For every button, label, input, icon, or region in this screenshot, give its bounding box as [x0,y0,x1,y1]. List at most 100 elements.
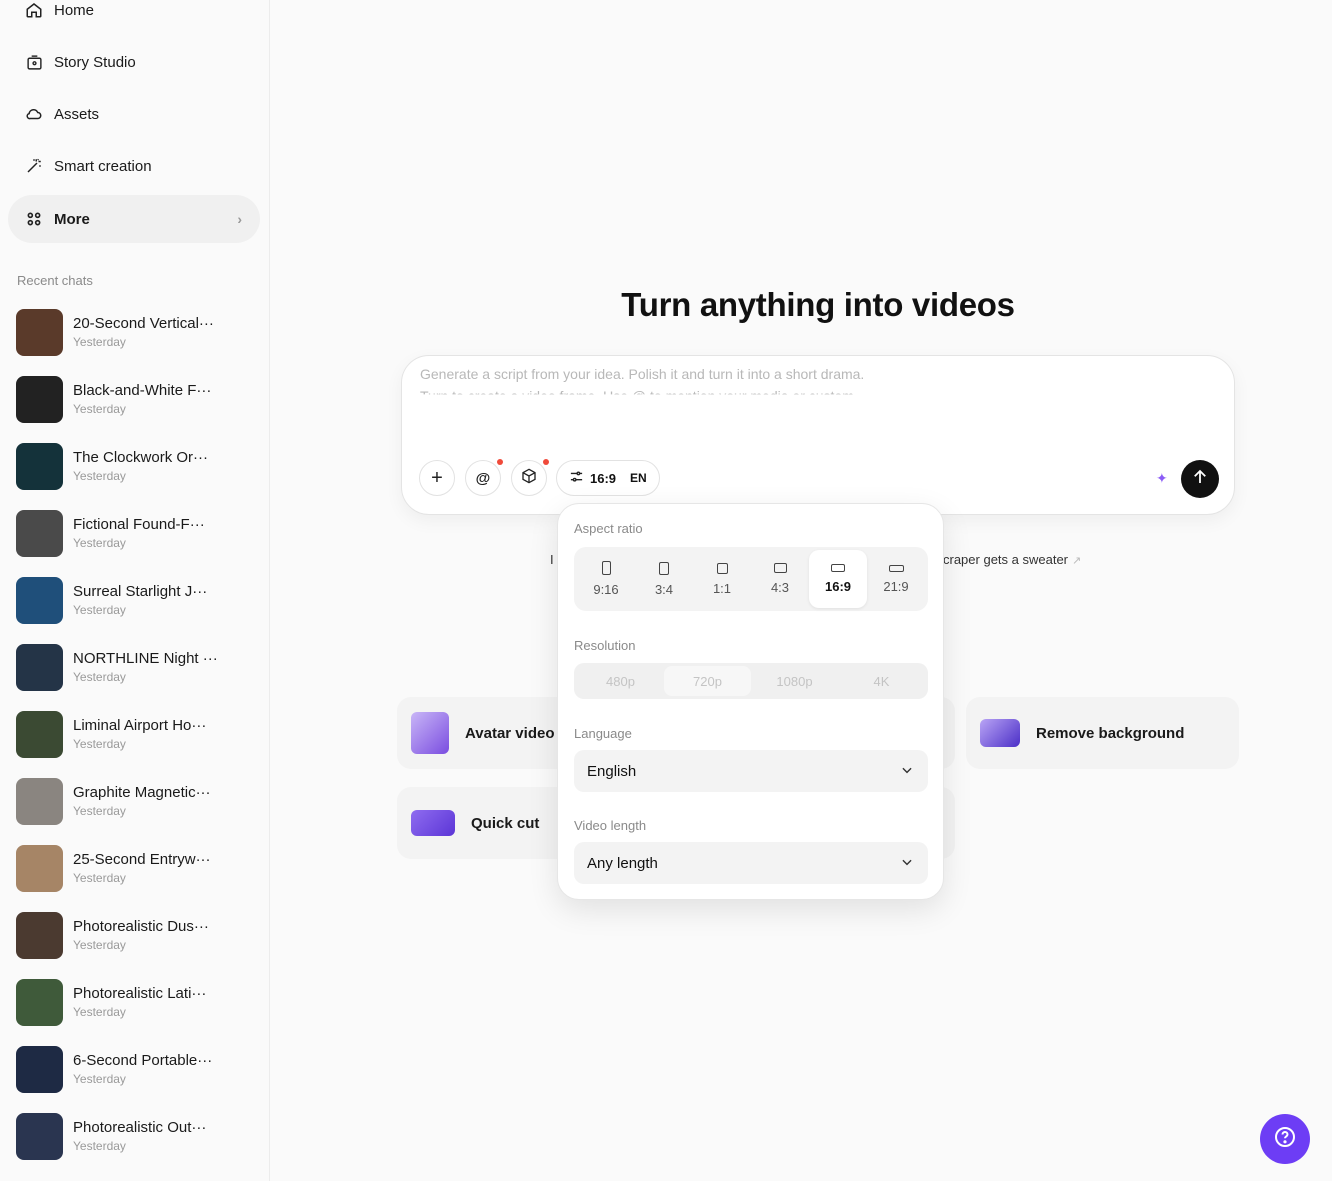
chat-item[interactable]: 20-Second Vertical··· Yesterday [16,307,256,357]
prompt-box[interactable]: Generate a script from your idea. Polish… [401,355,1235,515]
chat-thumbnail [16,509,63,557]
arrow-up-icon [1191,468,1209,491]
resolution-option[interactable]: 720p [664,666,751,696]
chevron-right-icon: › [237,211,242,227]
chat-text: 6-Second Portable··· Yesterday [73,1052,212,1086]
ratio-option[interactable]: 4:3 [751,550,809,608]
ratio-label: 9:16 [593,582,619,597]
chat-date: Yesterday [73,737,126,751]
aspect-ratio-selector: 9:16 3:4 1:1 4:3 16:9 21:9 [574,547,928,611]
chat-title: Liminal Airport Ho··· [73,717,207,734]
sparkle-icon[interactable]: ✦ [1156,470,1168,487]
chat-item[interactable]: NORTHLINE Night ··· Yesterday [16,642,256,692]
chat-title: Photorealistic Lati··· [73,985,207,1002]
ratio-shape-icon [601,561,611,575]
chat-text: Liminal Airport Ho··· Yesterday [73,717,206,751]
chat-item[interactable]: Graphite Magnetic··· Yesterday [16,776,256,826]
chat-thumbnail [16,844,63,892]
chat-date: Yesterday [73,335,126,349]
chat-text: The Clockwork Or··· Yesterday [73,449,208,483]
ratio-option[interactable]: 16:9 [809,550,867,608]
chat-title: The Clockwork Or··· [73,449,209,466]
chat-thumbnail [16,308,63,356]
quick-cut-icon [411,810,455,836]
chat-text: 20-Second Vertical··· Yesterday [73,315,214,349]
ratio-option[interactable]: 9:16 [577,550,635,608]
remove-background-label: Remove background [1036,724,1185,742]
resolution-label: Resolution [574,638,636,653]
chat-title: Black-and-White F··· [73,382,212,399]
resolution-option[interactable]: 480p [577,666,664,696]
chat-date: Yesterday [73,804,126,818]
chat-item[interactable]: Black-and-White F··· Yesterday [16,374,256,424]
resolution-option[interactable]: 4K [838,666,925,696]
chat-item[interactable]: Photorealistic Out··· Yesterday [16,1111,256,1161]
chat-thumbnail [16,1112,63,1160]
video-length-select[interactable]: Any length [574,842,928,884]
notification-dot [543,459,549,465]
chat-item[interactable]: 25-Second Entryw··· Yesterday [16,843,256,893]
chat-item[interactable]: The Clockwork Or··· Yesterday [16,441,256,491]
chat-item[interactable]: Photorealistic Lati··· Yesterday [16,977,256,1027]
chat-text: Black-and-White F··· Yesterday [73,382,211,416]
chat-date: Yesterday [73,1072,126,1086]
chat-date: Yesterday [73,1139,126,1153]
nav-smart-creation[interactable]: Smart creation [8,142,260,190]
ratio-option[interactable]: 3:4 [635,550,693,608]
settings-popover: Aspect ratio 9:16 3:4 1:1 4:3 16:9 21:9 Resol… [557,503,944,900]
chat-title: 25-Second Entryw··· [73,851,211,868]
nav-story-studio[interactable]: Story Studio [8,38,260,86]
chat-date: Yesterday [73,1005,126,1019]
chat-item[interactable]: 6-Second Portable··· Yesterday [16,1044,256,1094]
ratio-label: 1:1 [712,580,732,596]
suggestion-chip-left[interactable]: I [550,552,554,567]
chat-item[interactable]: Surreal Starlight J··· Yesterday [16,575,256,625]
settings-toggle[interactable]: 16:9 EN [556,460,660,496]
chat-thumbnail [16,442,63,490]
chat-thumbnail [16,1045,63,1093]
nav-story-studio-label: Story Studio [54,53,136,71]
nav-more[interactable]: More › [8,195,260,243]
chat-item[interactable]: Fictional Found-F··· Yesterday [16,508,256,558]
at-icon: @ [475,469,491,487]
model-button[interactable] [511,459,549,496]
cloud-icon [24,104,44,124]
chat-item[interactable]: Liminal Airport Ho··· Yesterday [16,709,256,759]
chat-title: Fictional Found-F··· [73,516,205,533]
ratio-option[interactable]: 21:9 [867,550,925,608]
language-select[interactable]: English [574,750,928,792]
chat-item[interactable]: Photorealistic Dus··· Yesterday [16,910,256,960]
help-button[interactable] [1260,1114,1310,1164]
ratio-shape-icon [659,561,669,575]
chat-text: Photorealistic Dus··· Yesterday [73,918,209,952]
language-code: EN [630,471,647,485]
ratio-label: 4:3 [770,580,790,595]
chat-thumbnail [16,643,63,691]
ratio-shape-icon [831,564,845,572]
chat-title: Photorealistic Dus··· [73,918,209,935]
chat-text: Surreal Starlight J··· Yesterday [73,583,207,617]
chat-thumbnail [16,576,63,624]
remove-background-card[interactable]: Remove background [966,697,1239,769]
resolution-selector: 480p 720p 1080p 4K [574,663,928,699]
chat-text: Photorealistic Out··· Yesterday [73,1119,206,1153]
chat-title: Graphite Magnetic··· [73,784,211,801]
arrow-up-right-icon: ↗ [1072,555,1082,567]
nav-home[interactable]: Home [8,0,260,34]
ratio-option[interactable]: 1:1 [693,550,751,608]
resolution-option[interactable]: 1080p [751,666,838,696]
chevron-down-icon [900,763,914,781]
chat-thumbnail [16,777,63,825]
aspect-ratio-label: Aspect ratio [574,521,643,536]
mention-button[interactable]: @ [465,459,503,496]
chat-text: 25-Second Entryw··· Yesterday [73,851,211,885]
prompt-placeholder: Generate a script from your idea. Polish… [420,366,865,382]
nav-assets[interactable]: Assets [8,90,260,138]
add-button[interactable]: + [419,460,455,496]
send-button[interactable] [1181,460,1219,498]
suggestion-chip-right[interactable]: craper gets a sweater ↗ [943,552,1081,567]
home-icon [24,0,44,20]
video-length-label: Video length [574,818,647,833]
ratio-value: 16:9 [590,470,617,486]
chat-date: Yesterday [73,603,126,617]
